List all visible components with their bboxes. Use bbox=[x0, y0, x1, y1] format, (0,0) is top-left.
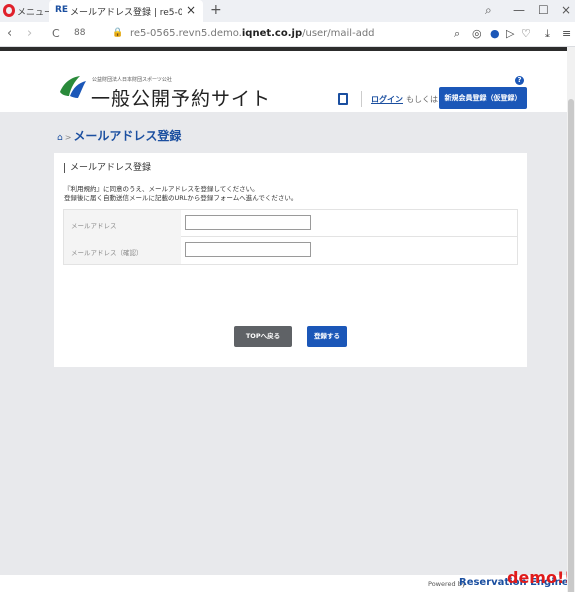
home-icon[interactable]: ⌂ bbox=[57, 133, 63, 143]
footer: Powered by Reservation Engine demo!! bbox=[0, 568, 572, 592]
reload-icon[interactable]: C bbox=[52, 27, 60, 40]
back-to-top-button[interactable]: TOPへ戻る bbox=[234, 326, 292, 347]
header-divider bbox=[361, 91, 362, 107]
window-close-icon[interactable]: × bbox=[561, 3, 571, 17]
url-prefix: re5-0565.revn5.demo. bbox=[130, 28, 242, 39]
minimize-icon[interactable]: — bbox=[513, 3, 525, 17]
page-title: メールアドレス登録 bbox=[73, 129, 182, 143]
page-viewport: 公益財団法人日本財団スポーツ公社 一般公開予約サイト ログイン もしくは 新規会… bbox=[0, 47, 572, 592]
logo-org-name: 公益財団法人日本財団スポーツ公社 bbox=[92, 77, 172, 83]
snapshot-icon[interactable]: ◎ bbox=[472, 27, 482, 40]
easy-setup-icon[interactable]: ≡ bbox=[562, 27, 571, 40]
maximize-icon[interactable]: ☐ bbox=[538, 3, 549, 17]
page-search-icon[interactable]: ⌕ bbox=[454, 27, 460, 41]
vpn-icon[interactable]: ● bbox=[490, 27, 500, 40]
browser-menu-label[interactable]: メニュー bbox=[17, 5, 53, 18]
help-icon[interactable]: ? bbox=[515, 76, 524, 85]
forward-icon[interactable]: › bbox=[27, 26, 32, 41]
lock-icon: 🔒 bbox=[112, 28, 124, 38]
form-row-email-confirm: メールアドレス（確認） bbox=[64, 237, 517, 264]
tab-search-icon[interactable]: ⌕ bbox=[485, 3, 492, 18]
site-name[interactable]: 一般公開予約サイト bbox=[91, 84, 271, 111]
email-label: メールアドレス bbox=[64, 210, 181, 237]
tab-favicon-icon: RE bbox=[55, 5, 69, 15]
url-field[interactable]: re5-0565.revn5.demo.iqnet.co.jp/user/mai… bbox=[130, 28, 375, 39]
description-line-2: 登録後に届く自動送信メールに記載のURLから登録フォームへ進んでください。 bbox=[64, 194, 298, 202]
mail-registration-card: メールアドレス登録 『利用規約』に同意のうえ、メールアドレスを登録してください。… bbox=[54, 153, 527, 367]
new-tab-icon[interactable]: + bbox=[210, 2, 222, 18]
browser-tab-bar: メニュー RE メールアドレス登録 | re5-0565 × + ⌕ — ☐ × bbox=[0, 0, 575, 22]
submit-button[interactable]: 登録する bbox=[307, 326, 347, 347]
breadcrumb-separator: > bbox=[64, 133, 72, 142]
form-table: メールアドレス メールアドレス（確認） bbox=[63, 209, 518, 265]
back-icon[interactable]: ‹ bbox=[7, 26, 12, 41]
opera-logo-icon[interactable] bbox=[3, 4, 15, 17]
email-field[interactable] bbox=[185, 215, 311, 230]
site-logo-icon[interactable] bbox=[58, 74, 88, 100]
card-heading: メールアドレス登録 bbox=[64, 163, 151, 173]
browser-tab[interactable]: RE メールアドレス登録 | re5-0565 × bbox=[49, 0, 203, 22]
guide-book-icon[interactable] bbox=[338, 93, 348, 105]
url-domain: iqnet.co.jp bbox=[241, 28, 303, 39]
login-link[interactable]: ログイン bbox=[371, 94, 403, 105]
tab-close-icon[interactable]: × bbox=[186, 3, 196, 17]
or-text: もしくは bbox=[406, 95, 438, 104]
email-confirm-field[interactable] bbox=[185, 242, 311, 257]
scrollbar[interactable] bbox=[567, 47, 575, 592]
address-bar: ‹ › C 88 🔒 re5-0565.revn5.demo.iqnet.co.… bbox=[0, 22, 575, 47]
speed-dial-icon[interactable]: 88 bbox=[74, 28, 85, 38]
demo-badge: demo!! bbox=[507, 568, 572, 587]
scrollbar-thumb[interactable] bbox=[568, 99, 574, 592]
register-button[interactable]: 新規会員登録（仮登録） bbox=[439, 87, 527, 109]
url-path: /user/mail-add bbox=[302, 28, 375, 39]
breadcrumb: ⌂ > メールアドレス登録 bbox=[57, 127, 181, 144]
email-confirm-label: メールアドレス（確認） bbox=[64, 237, 181, 264]
tab-title: メールアドレス登録 | re5-0565 bbox=[70, 8, 182, 18]
site-header: 公益財団法人日本財団スポーツ公社 一般公開予約サイト ログイン もしくは 新規会… bbox=[0, 47, 567, 112]
form-row-email: メールアドレス bbox=[64, 210, 517, 237]
bookmark-heart-icon[interactable]: ♡ bbox=[521, 27, 531, 40]
download-icon[interactable]: ⤓ bbox=[545, 27, 550, 41]
flow-icon[interactable]: ▷ bbox=[506, 27, 514, 40]
